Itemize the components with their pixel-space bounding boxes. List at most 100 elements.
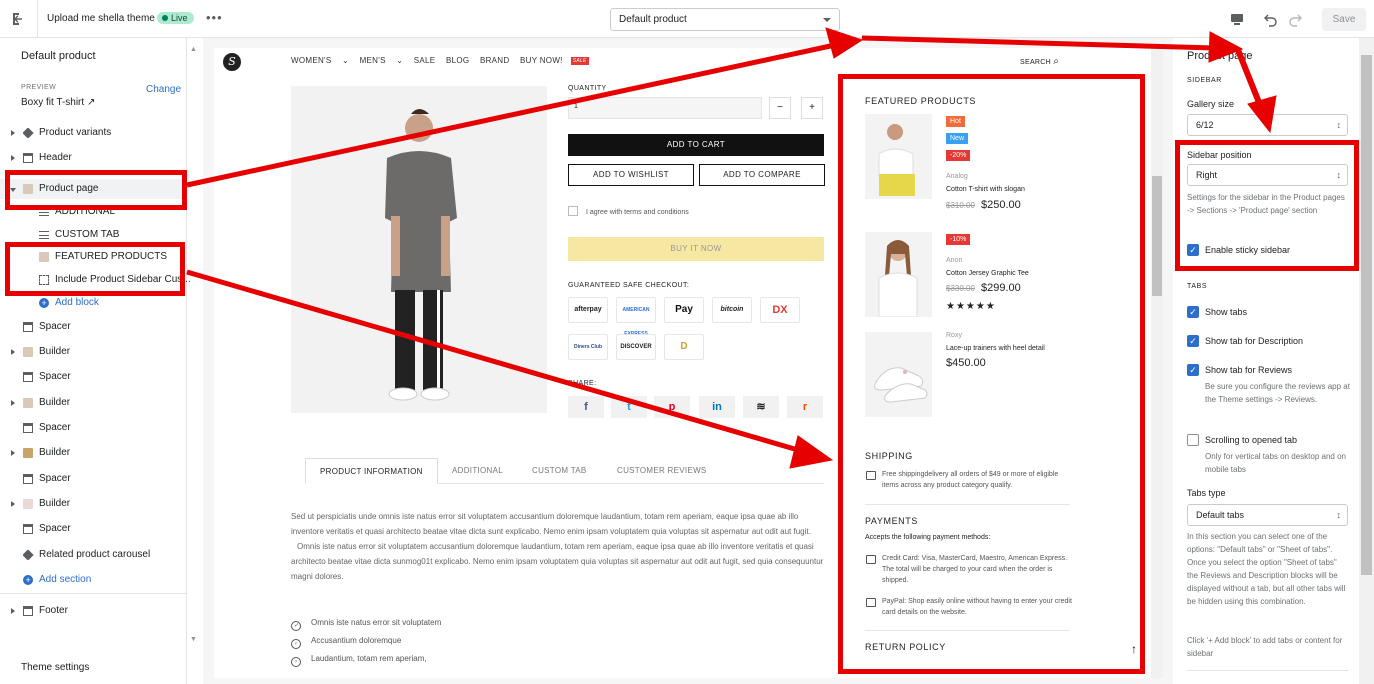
add-block-button[interactable]: + Add block [0,293,185,313]
section-builder[interactable]: Builder [0,342,185,362]
caret-right-icon[interactable] [11,501,18,507]
store-logo[interactable]: S [223,53,241,71]
buffer-share-icon[interactable]: ≋ [743,396,779,418]
list-item-text: Accusantium doloremque [311,636,402,645]
dx-logo: DX [760,297,800,323]
template-select[interactable]: Default product [610,8,840,31]
description-paragraph: Sed ut perspiciatis unde omnis iste natu… [291,512,811,536]
preview-scrollbar[interactable] [1151,48,1163,678]
nav-blog[interactable]: BLOG [446,56,469,65]
description-bullets: ✓ Omnis iste natus error sit voluptatem ‹… [291,614,441,668]
section-spacer[interactable]: Spacer [0,418,185,438]
section-builder[interactable]: Builder [0,494,185,514]
highlight-box-product-page [5,170,187,210]
scroll-to-tab-checkbox[interactable] [1187,434,1199,446]
section-builder[interactable]: Builder [0,443,185,463]
section-spacer[interactable]: Spacer [0,367,185,387]
image-thumb-icon [23,347,33,357]
section-icon [23,606,33,616]
tabs-type-select[interactable]: Default tabs [1187,504,1348,526]
tab-custom-tab[interactable]: CUSTOM TAB [532,458,587,484]
theme-settings-link[interactable]: Theme settings [21,662,89,673]
tab-product-information[interactable]: PRODUCT INFORMATION [305,458,438,484]
list-item: ✓ Omnis iste natus error sit voluptatem [291,614,441,632]
section-icon [23,474,33,484]
highlight-box-sidebar-preview [838,74,1145,674]
caret-right-icon[interactable] [11,450,18,456]
redo-icon[interactable] [1287,11,1303,27]
terms-checkbox[interactable]: I agree with terms and conditions [568,206,689,216]
list-item: ‹ Accusantium doloremque [291,632,441,650]
section-label: Footer [39,605,68,616]
section-product-variants[interactable]: Product variants [0,123,185,143]
section-label: Builder [39,498,71,509]
section-icon [23,153,33,163]
caret-right-icon[interactable] [11,608,18,614]
divider [1187,670,1348,671]
quantity-increase-button[interactable]: + [801,97,823,119]
nav-sale[interactable]: SALE [414,56,436,65]
desktop-view-icon[interactable] [1229,11,1245,27]
reddit-share-icon[interactable]: r [787,396,823,418]
caret-right-icon[interactable] [11,155,18,161]
add-section-button[interactable]: + Add section [0,570,185,590]
section-footer[interactable]: Footer [0,601,185,621]
section-label: Header [39,152,72,163]
tab-customer-reviews[interactable]: CUSTOMER REVIEWS [617,458,707,484]
buy-it-now-button[interactable]: BUY IT NOW [568,237,824,261]
store-search[interactable]: SEARCH ⌕ [1020,56,1059,67]
quantity-input[interactable]: 1 [568,97,762,119]
save-button[interactable]: Save [1322,8,1366,31]
settings-scrollbar-thumb[interactable] [1361,55,1372,575]
section-spacer[interactable]: Spacer [0,469,185,489]
settings-title: Product page [1187,50,1253,62]
quantity-label: QUANTITY [568,85,607,92]
section-spacer[interactable]: Spacer [0,317,185,337]
tab-additional[interactable]: ADDITIONAL [452,458,503,484]
gallery-size-select[interactable]: 6/12 [1187,114,1348,136]
caret-right-icon[interactable] [11,400,18,406]
preview-product[interactable]: Boxy fit T-shirt ↗ [21,97,95,108]
section-label: Builder [39,397,71,408]
tabs-type-help-text: In this section you can select one of th… [1187,532,1346,606]
scroll-up-icon[interactable]: ▲ [190,46,197,53]
scroll-tab-help-text: Only for vertical tabs on desktop and on… [1205,452,1346,474]
product-image[interactable] [291,86,547,413]
exit-icon[interactable] [10,11,26,27]
quantity-decrease-button[interactable]: − [769,97,791,119]
caret-right-icon[interactable] [11,349,18,355]
add-to-cart-button[interactable]: ADD TO CART [568,134,824,156]
show-description-tab-checkbox[interactable]: ✓ [1187,335,1199,347]
twitter-share-icon[interactable]: t [611,396,647,418]
section-builder[interactable]: Builder [0,393,185,413]
show-reviews-tab-checkbox[interactable]: ✓ [1187,364,1199,376]
add-section-label: Add section [39,574,92,585]
description-paragraph: Omnis iste natus error sit voluptatem ac… [291,542,824,581]
preview-scrollbar-thumb[interactable] [1152,176,1162,296]
divider [37,0,38,38]
nav-buy-now[interactable]: BUY NOW! SALE [520,56,589,65]
linkedin-share-icon[interactable]: in [699,396,735,418]
caret-right-icon[interactable] [11,130,18,136]
terms-label: I agree with terms and conditions [586,209,689,216]
undo-icon[interactable] [1263,11,1279,27]
list-item: › Laudantium, totam rem aperiam, [291,650,441,668]
show-tabs-checkbox[interactable]: ✓ [1187,306,1199,318]
section-related-carousel[interactable]: Related product carousel [0,545,185,565]
add-to-wishlist-button[interactable]: ADD TO WISHLIST [568,164,694,186]
pinterest-share-icon[interactable]: p [654,396,690,418]
section-header[interactable]: Header [0,148,185,168]
apple-pay-logo: Pay [664,297,704,323]
section-spacer[interactable]: Spacer [0,519,185,539]
more-actions-button[interactable]: ••• [206,10,223,25]
nav-brand[interactable]: BRAND [480,56,510,65]
nav-mens[interactable]: MEN'S ⌄ [360,56,404,65]
share-label: SHARE: [568,380,597,387]
add-to-compare-button[interactable]: ADD TO COMPARE [699,164,825,186]
scroll-down-icon[interactable]: ▼ [190,636,197,643]
facebook-share-icon[interactable]: f [568,396,604,418]
section-label: Spacer [39,422,71,433]
nav-womens[interactable]: WOMEN'S ⌄ [291,56,349,65]
preview-change-link[interactable]: Change [146,84,181,95]
divider [0,593,186,594]
